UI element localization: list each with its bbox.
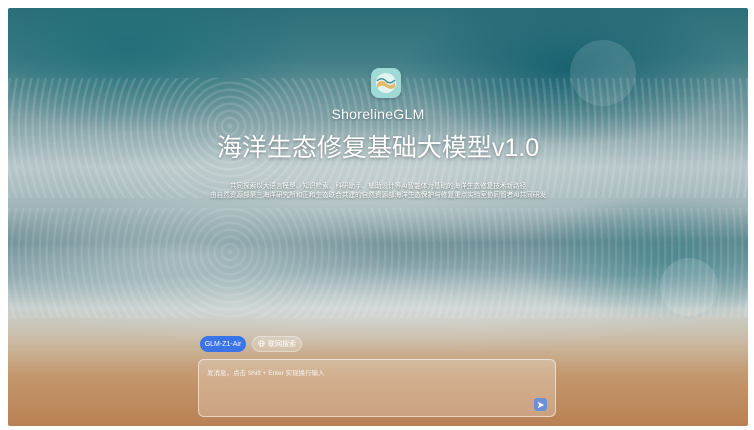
shoreline-logo-icon bbox=[371, 68, 401, 98]
model-select-chip[interactable]: GLM-Z1-Air bbox=[200, 336, 246, 352]
brand-name: ShorelineGLM bbox=[331, 106, 425, 122]
send-icon bbox=[537, 396, 545, 414]
send-button[interactable] bbox=[534, 398, 547, 411]
web-search-label: 联网搜索 bbox=[268, 341, 296, 348]
decorative-orb bbox=[570, 40, 636, 106]
globe-icon bbox=[258, 339, 265, 349]
page-title: 海洋生态修复基础大模型v1.0 bbox=[216, 134, 540, 162]
wave-foam-texture bbox=[8, 208, 748, 318]
decorative-orb bbox=[660, 258, 718, 316]
message-input[interactable] bbox=[207, 367, 527, 397]
message-composer bbox=[198, 359, 556, 417]
subtitle-line-2: 由自然资源部第三海洋研究所和正和生态联合共建的自然资源部海洋生态保护与修复重点实… bbox=[210, 192, 546, 199]
model-chip-label: GLM-Z1-Air bbox=[204, 340, 242, 348]
web-search-toggle[interactable]: 联网搜索 bbox=[252, 336, 302, 352]
